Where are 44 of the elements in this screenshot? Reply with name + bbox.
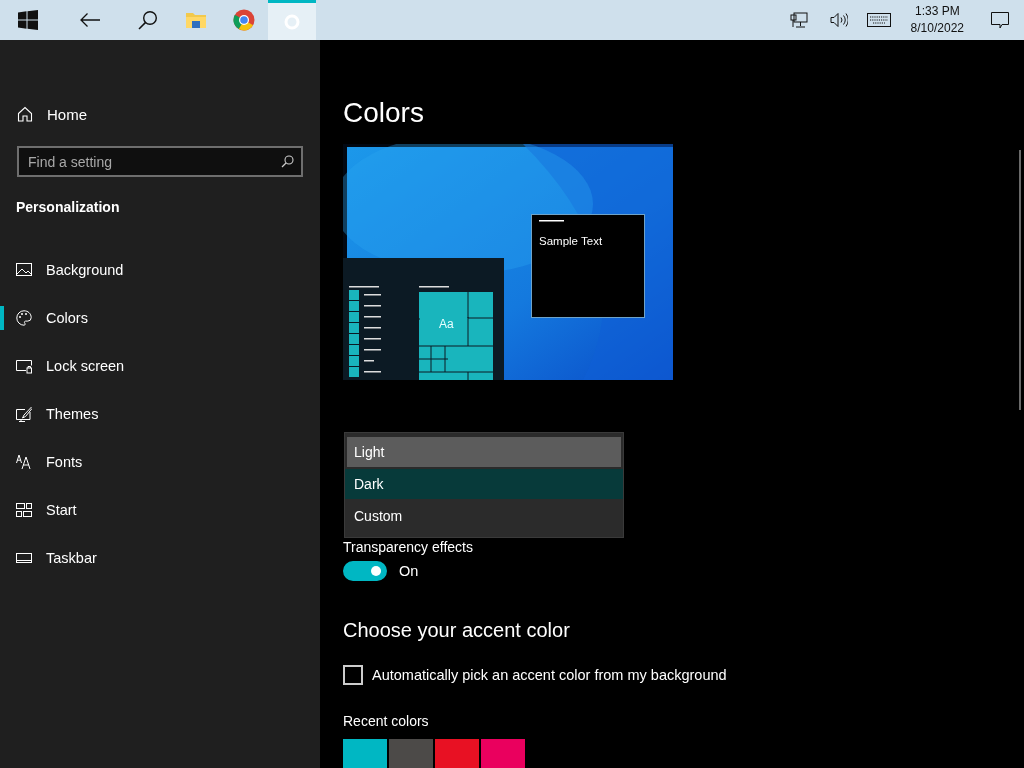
clock-time[interactable]: 1:33 PM: [914, 3, 960, 20]
windows-logo-icon: [18, 10, 38, 30]
nav-item[interactable]: Taskbar: [0, 534, 320, 582]
sample-text: Sample Text: [539, 235, 603, 247]
nav-item[interactable]: Fonts: [0, 438, 320, 486]
start-layout-icon: [16, 502, 32, 518]
taskbar-icon: [16, 550, 32, 566]
dropdown-option[interactable]: Light: [347, 437, 621, 467]
search-icon: [138, 10, 158, 30]
speaker-icon[interactable]: [829, 12, 848, 28]
image-icon: [16, 262, 32, 278]
nav-item[interactable]: Colors: [0, 294, 320, 342]
checkbox[interactable]: [343, 665, 363, 685]
home-icon: [17, 106, 33, 122]
tile-label: Aa: [439, 317, 454, 331]
page-title: Colors: [343, 96, 425, 130]
lock-screen-icon: [16, 358, 32, 374]
setting-label: Transparency effects: [343, 539, 474, 557]
scrollbar[interactable]: [1019, 150, 1021, 410]
section-heading: Choose your accent color: [343, 619, 571, 643]
nav-item[interactable]: Themes: [0, 390, 320, 438]
network-icon[interactable]: [789, 12, 808, 28]
palette-icon: [16, 310, 32, 326]
back-arrow-icon: [79, 12, 101, 28]
themes-icon: [16, 406, 32, 422]
dropdown-option[interactable]: Dark: [345, 469, 623, 499]
nav-item[interactable]: Background: [0, 246, 320, 294]
toggle-switch[interactable]: [343, 561, 387, 581]
folder-icon: [185, 10, 207, 30]
keyboard-icon[interactable]: [866, 13, 891, 27]
fonts-icon: [16, 454, 32, 470]
section-label: Recent colors: [343, 713, 430, 731]
checkbox-label: Automatically pick an accent color from my background: [372, 667, 727, 683]
toggle-state: On: [399, 563, 419, 579]
nav-item[interactable]: Start: [0, 486, 320, 534]
notification-icon[interactable]: [991, 11, 1009, 29]
section-heading: Personalization: [15, 199, 121, 217]
dropdown-option[interactable]: Custom: [345, 501, 623, 531]
search-icon: [281, 155, 294, 168]
browser-logo-icon: [233, 9, 255, 31]
home-link[interactable]: Home: [47, 105, 87, 123]
clock-date[interactable]: 8/10/2022: [910, 20, 964, 37]
search-field[interactable]: Find a setting: [17, 146, 303, 177]
nav-item[interactable]: Lock screen: [0, 342, 320, 390]
